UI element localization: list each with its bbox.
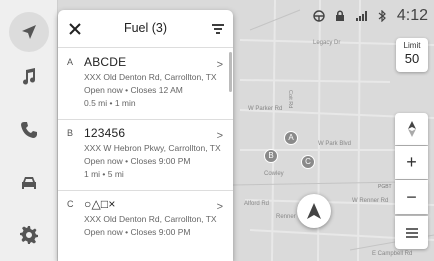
chevron-right-icon: >: [216, 201, 223, 213]
item-distance: 0.5 mi • 1 min: [84, 98, 136, 108]
gear-icon: [20, 226, 38, 244]
results-list: A ABCDE XXX Old Denton Rd, Carrollton, T…: [58, 49, 233, 261]
map-label-coit: Coit Rd: [287, 90, 293, 108]
rail-settings-button[interactable]: [9, 215, 49, 255]
item-letter: C: [67, 199, 74, 209]
map-label-park-blvd: W Park Blvd: [318, 141, 351, 147]
item-address: XXX Old Denton Rd, Carrollton, TX: [84, 214, 217, 224]
list-item[interactable]: B 123456 XXX W Hebron Pkwy, Carrollton, …: [58, 120, 233, 191]
chevron-right-icon: >: [216, 59, 223, 71]
speed-limit-label: Limit: [403, 41, 421, 50]
menu-button[interactable]: [395, 216, 428, 249]
signal-strength-icon: [355, 11, 367, 21]
item-hours: Open now • Closes 9:00 PM: [84, 156, 191, 166]
car-icon: [22, 177, 36, 189]
rail-navigation-button[interactable]: [9, 12, 49, 52]
speed-limit-sign: Limit 50: [396, 38, 428, 72]
map-label-pgbt: PGBT: [378, 184, 392, 190]
map-label-alford: Alford Rd: [244, 201, 269, 207]
panel-header: Fuel (3): [58, 10, 233, 48]
navigation-arrow-icon: [307, 203, 321, 219]
fuel-results-panel: Fuel (3) A ABCDE XXX Old Denton Rd, Carr…: [58, 10, 233, 261]
music-note-icon: [23, 68, 36, 85]
steering-wheel-icon: [313, 10, 325, 22]
menu-icon: [405, 227, 418, 238]
item-name: 123456: [84, 126, 126, 140]
map-label-cowley: Cowley: [264, 171, 284, 177]
map-pin-c[interactable]: C: [301, 155, 315, 169]
compass-icon: [407, 121, 416, 137]
side-navigation-rail: [0, 0, 58, 261]
list-fade: [58, 239, 233, 261]
status-bar: 4:12: [313, 6, 428, 26]
list-item[interactable]: A ABCDE XXX Old Denton Rd, Carrollton, T…: [58, 49, 233, 120]
current-location-button[interactable]: [297, 194, 331, 228]
navigation-arrow-icon: [22, 25, 36, 39]
item-hours: Open now • Closes 12 AM: [84, 85, 183, 95]
rail-phone-button[interactable]: [9, 110, 49, 150]
rail-vehicle-button[interactable]: [9, 163, 49, 203]
map-label-w-renner: W Renner Rd: [352, 198, 388, 204]
map-pin-a[interactable]: A: [284, 131, 298, 145]
zoom-out-button[interactable]: −: [395, 180, 428, 214]
item-letter: A: [67, 57, 74, 67]
sort-icon[interactable]: [211, 22, 225, 36]
item-name: ABCDE: [84, 55, 127, 69]
item-distance: 1 mi • 5 mi: [84, 169, 124, 179]
map-pin-b[interactable]: B: [264, 149, 278, 163]
chevron-right-icon: >: [216, 130, 223, 142]
item-letter: B: [67, 128, 74, 138]
map-label-parker: W Parker Rd: [248, 106, 282, 112]
scrollbar[interactable]: [229, 52, 232, 92]
map-label-campbell: E Campbell Rd: [372, 251, 412, 257]
item-address: XXX Old Denton Rd, Carrollton, TX: [84, 72, 217, 82]
map-label-renner: Renner: [276, 214, 296, 220]
lock-icon: [335, 10, 344, 21]
item-address: XXX W Hebron Pkwy, Carrollton, TX: [84, 143, 221, 153]
compass-button[interactable]: [395, 113, 428, 145]
clock: 4:12: [396, 7, 428, 24]
item-hours: Open now • Closes 9:00 PM: [84, 227, 191, 237]
item-name: ○△□×: [84, 197, 116, 211]
bluetooth-icon: [378, 10, 386, 22]
panel-title: Fuel (3): [123, 21, 168, 35]
speed-limit-value: 50: [404, 51, 420, 66]
rail-media-button[interactable]: [9, 57, 49, 97]
map-label-legacy: Legacy Dr: [313, 40, 340, 46]
zoom-in-button[interactable]: +: [395, 146, 428, 179]
phone-icon: [21, 122, 37, 138]
